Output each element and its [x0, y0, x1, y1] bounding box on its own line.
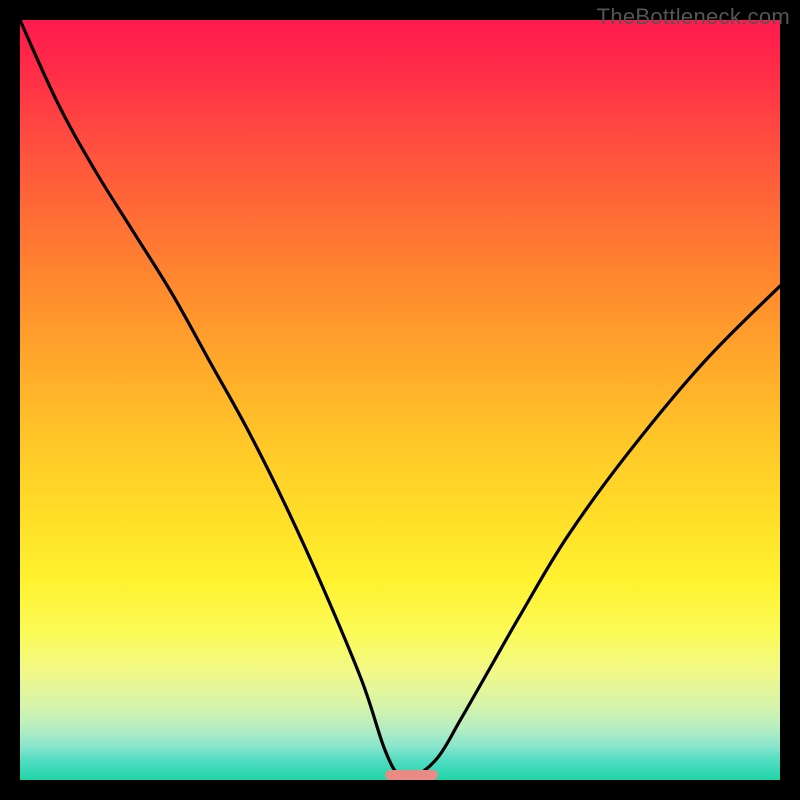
chart-frame: TheBottleneck.com [0, 0, 800, 800]
optimum-marker [385, 770, 438, 780]
plot-area [20, 20, 780, 780]
bottleneck-curve [20, 20, 780, 780]
watermark-text: TheBottleneck.com [597, 4, 790, 30]
curve-path [20, 20, 780, 779]
